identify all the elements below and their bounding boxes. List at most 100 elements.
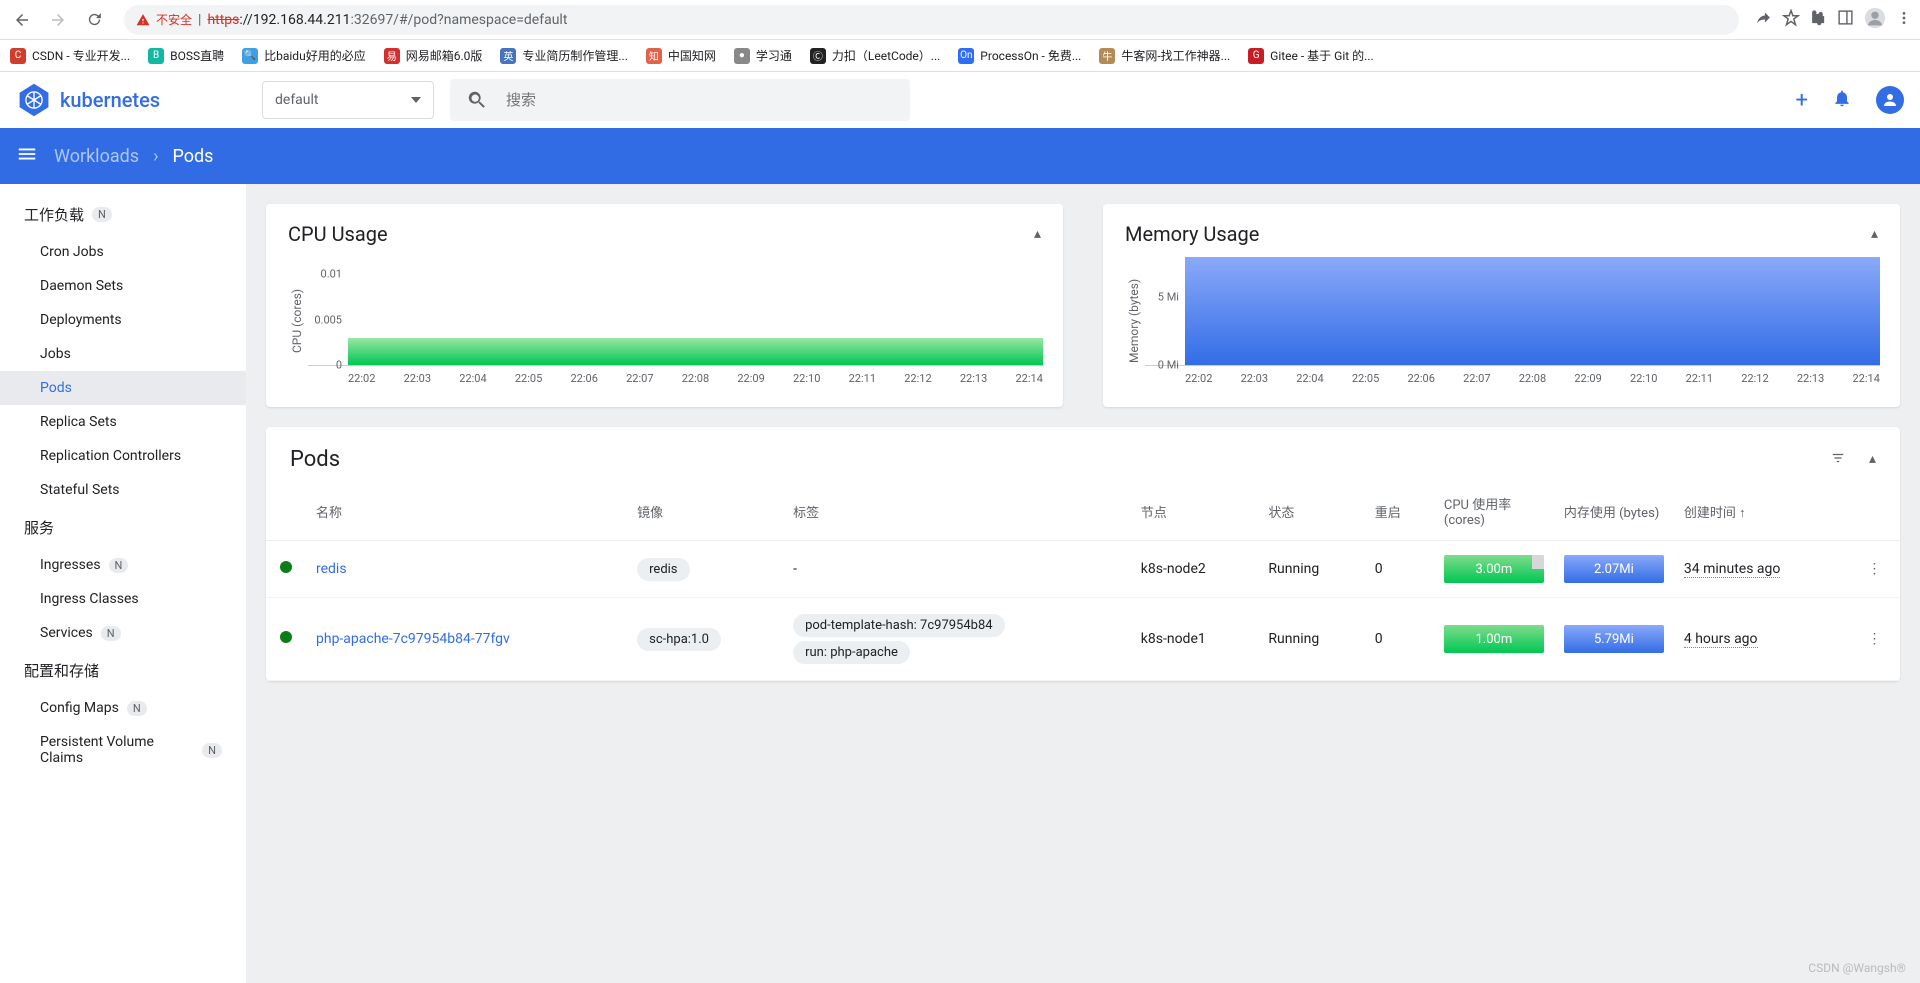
col-header[interactable]: 重启 — [1365, 482, 1434, 541]
collapse-icon[interactable]: ▴ — [1869, 451, 1876, 469]
sidebar-item[interactable]: Deployments — [0, 303, 246, 337]
bookmark-icon: B — [148, 48, 164, 64]
bookmark-item[interactable]: 易网易邮箱6.0版 — [384, 47, 483, 64]
sidebar-item[interactable]: Ingresses N — [0, 548, 246, 582]
filter-icon[interactable] — [1829, 451, 1847, 469]
chart-area — [348, 338, 1043, 365]
crumb-pods: Pods — [172, 146, 213, 167]
sidebar-item[interactable]: Stateful Sets — [0, 473, 246, 507]
bookmark-icon: ● — [734, 48, 750, 64]
chevron-down-icon — [411, 97, 421, 103]
menu-icon[interactable] — [16, 143, 38, 169]
row-menu[interactable]: ⋮ — [1849, 598, 1900, 681]
crumb-workloads[interactable]: Workloads — [54, 146, 139, 167]
logo[interactable]: kubernetes — [16, 82, 262, 118]
sidebar-item[interactable]: Pods — [0, 371, 246, 405]
sidebar-item[interactable]: Replication Controllers — [0, 439, 246, 473]
bookmark-item[interactable]: Ⓒ力扣（LeetCode）... — [810, 47, 940, 64]
url-bar[interactable]: 不安全 | https://192.168.44.211:32697/#/pod… — [124, 5, 1739, 35]
bookmark-item[interactable]: OnProcessOn - 免费... — [958, 47, 1081, 64]
col-header[interactable]: 节点 — [1131, 482, 1259, 541]
bookmark-icon: C — [10, 48, 26, 64]
row-menu[interactable]: ⋮ — [1849, 541, 1900, 598]
mem-bar: 2.07Mi — [1564, 555, 1664, 583]
sidebar-heading[interactable]: 配置和存储 — [0, 650, 246, 691]
col-header[interactable]: 创建时间 ↑ — [1674, 482, 1849, 541]
bookmark-item[interactable]: 🔍比baidu好用的必应 — [242, 47, 366, 64]
bookmark-icon: 知 — [646, 48, 662, 64]
bookmark-icon: G — [1248, 48, 1264, 64]
search-bar[interactable] — [450, 79, 910, 121]
watermark: CSDN @Wangsh® — [1808, 961, 1906, 975]
image-pill: sc-hpa:1.0 — [637, 628, 721, 651]
sidebar-item[interactable]: Daemon Sets — [0, 269, 246, 303]
status-dot — [280, 631, 292, 643]
chevron-right-icon: › — [153, 146, 158, 167]
notifications-icon[interactable] — [1832, 88, 1852, 112]
col-header[interactable]: 状态 — [1258, 482, 1364, 541]
toolbar: Workloads › Pods — [0, 128, 1920, 184]
mem-bar: 5.79Mi — [1564, 625, 1664, 653]
kubernetes-icon — [16, 82, 52, 118]
sidebar-item[interactable]: Persistent Volume Claims N — [0, 725, 246, 775]
pods-card: Pods ▴ 名称镜像标签节点状态重启CPU 使用率 (cores)内存使用 (… — [266, 427, 1900, 681]
col-header[interactable]: 标签 — [783, 482, 1131, 541]
sidebar: 工作负载 NCron JobsDaemon SetsDeploymentsJob… — [0, 184, 246, 983]
namespace-select[interactable]: default — [262, 81, 434, 119]
user-avatar[interactable] — [1876, 86, 1904, 114]
pod-link[interactable]: php-apache-7c97954b84-77fgv — [316, 631, 510, 647]
sidebar-heading[interactable]: 工作负载 N — [0, 194, 246, 235]
col-header[interactable]: 名称 — [306, 482, 627, 541]
pods-table: 名称镜像标签节点状态重启CPU 使用率 (cores)内存使用 (bytes)创… — [266, 482, 1900, 681]
table-row: php-apache-7c97954b84-77fgv sc-hpa:1.0 p… — [266, 598, 1900, 681]
image-pill: redis — [637, 558, 689, 581]
create-button[interactable]: + — [1796, 88, 1808, 113]
pod-link[interactable]: redis — [316, 561, 347, 577]
bookmarks-bar: CCSDN - 专业开发... BBOSS直聘 🔍比baidu好用的必应 易网易邮箱6… — [0, 40, 1920, 72]
logo-text: kubernetes — [60, 88, 160, 112]
sidebar-item[interactable]: Config Maps N — [0, 691, 246, 725]
sidebar-item[interactable]: Replica Sets — [0, 405, 246, 439]
col-header[interactable] — [1849, 482, 1900, 541]
col-header[interactable]: 内存使用 (bytes) — [1554, 482, 1674, 541]
cpu-bar: 1.00m — [1444, 625, 1544, 653]
search-icon — [466, 89, 488, 111]
col-header[interactable]: 镜像 — [627, 482, 783, 541]
reload-button[interactable] — [80, 6, 108, 34]
cpu-bar: 3.00m — [1444, 555, 1544, 583]
insecure-label: 不安全 — [156, 11, 192, 28]
bookmark-item[interactable]: CCSDN - 专业开发... — [10, 47, 130, 64]
sidebar-item[interactable]: Jobs — [0, 337, 246, 371]
collapse-icon[interactable]: ▴ — [1034, 226, 1041, 242]
bookmark-item[interactable]: 牛牛客网-找工作神器... — [1099, 47, 1230, 64]
col-header[interactable] — [266, 482, 306, 541]
collapse-icon[interactable]: ▴ — [1871, 226, 1878, 242]
col-header[interactable]: CPU 使用率 (cores) — [1434, 482, 1554, 541]
bookmark-item[interactable]: BBOSS直聘 — [148, 47, 224, 64]
sidebar-heading[interactable]: 服务 — [0, 507, 246, 548]
search-input[interactable] — [506, 92, 894, 109]
extensions-icon[interactable] — [1810, 9, 1827, 30]
share-icon[interactable] — [1755, 9, 1772, 30]
content: CPU Usage▴ CPU (cores) 00.0050.01 22:022… — [246, 184, 1920, 983]
bookmark-icon: 🔍 — [242, 48, 258, 64]
more-icon[interactable] — [1896, 10, 1912, 30]
sidebar-item[interactable]: Cron Jobs — [0, 235, 246, 269]
bookmark-icon: Ⓒ — [810, 48, 826, 64]
forward-button[interactable] — [44, 6, 72, 34]
bookmark-item[interactable]: 知中国知网 — [646, 47, 716, 64]
sidebar-item[interactable]: Services N — [0, 616, 246, 650]
back-button[interactable] — [8, 6, 36, 34]
bookmark-item[interactable]: ●学习通 — [734, 47, 792, 64]
status-dot — [280, 561, 292, 573]
bookmark-icon: 英 — [500, 48, 516, 64]
window-controls-icon[interactable] — [1837, 9, 1854, 30]
bookmark-item[interactable]: GGitee - 基于 Git 的... — [1248, 47, 1373, 64]
bookmark-item[interactable]: 英专业简历制作管理... — [500, 47, 628, 64]
bookmark-icon: On — [958, 48, 974, 64]
sidebar-item[interactable]: Ingress Classes — [0, 582, 246, 616]
table-row: redis redis - k8s-node2 Running 0 3.00m … — [266, 541, 1900, 598]
warning-icon — [136, 13, 150, 27]
star-icon[interactable] — [1782, 9, 1800, 31]
profile-icon[interactable] — [1864, 7, 1886, 33]
